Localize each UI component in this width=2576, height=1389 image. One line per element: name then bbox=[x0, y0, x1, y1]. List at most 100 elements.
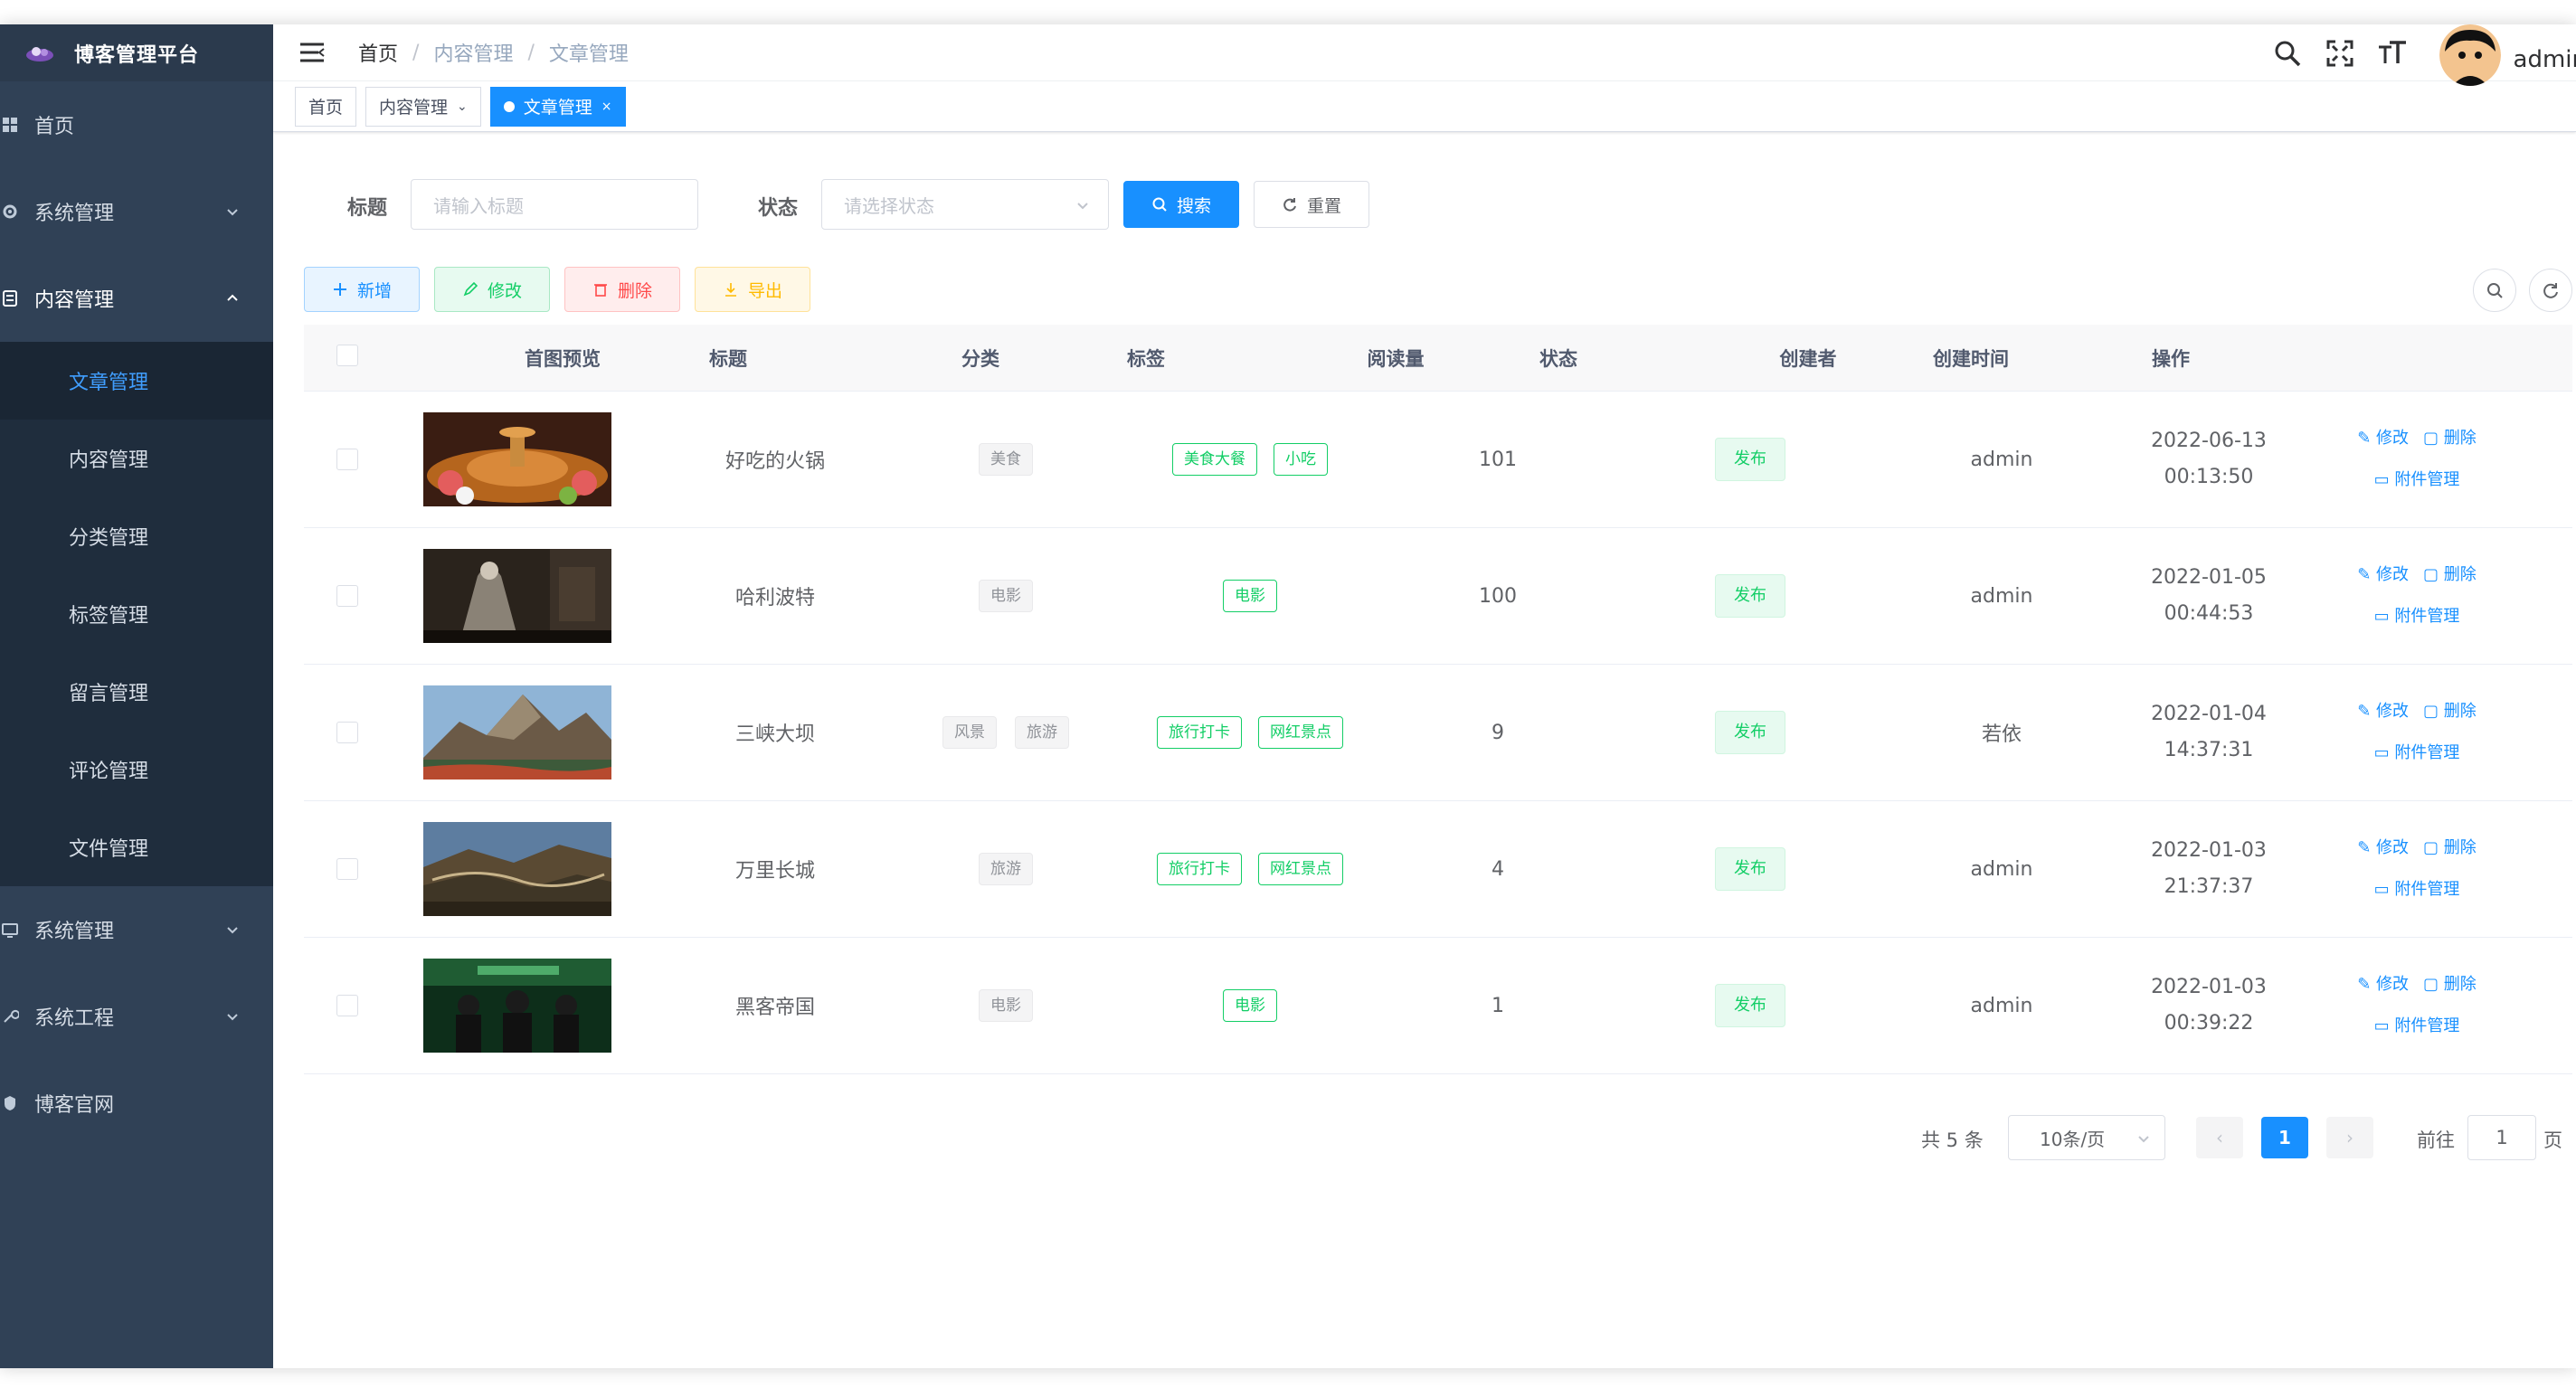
close-icon[interactable]: ⌄ bbox=[457, 99, 468, 114]
sidebar-item-label: 系统管理 bbox=[34, 203, 115, 225]
brand[interactable]: 博客管理平台 bbox=[0, 24, 273, 81]
created-date: 2022-06-13 bbox=[2151, 430, 2267, 452]
category-cell: 风景 旅游 bbox=[906, 716, 1105, 749]
delete-button[interactable]: 删除 bbox=[564, 267, 680, 312]
row-checkbox[interactable] bbox=[336, 449, 358, 470]
sidebar-item-tools[interactable]: 系统工程 bbox=[0, 973, 273, 1060]
row-delete-link[interactable]: ▢ 删除 bbox=[2423, 418, 2477, 459]
status-tag: 发布 bbox=[1715, 847, 1785, 891]
sidebar-item-category[interactable]: 分类管理 bbox=[0, 497, 273, 575]
plus-icon bbox=[333, 283, 346, 296]
created-time: 00:39:22 bbox=[2164, 1012, 2254, 1035]
sidebar-item-message[interactable]: 留言管理 bbox=[0, 653, 273, 731]
close-icon[interactable]: × bbox=[601, 99, 612, 114]
row-edit-link[interactable]: ✎ 修改 bbox=[2357, 554, 2409, 596]
chevron-down-icon bbox=[227, 209, 238, 216]
username[interactable]: admin bbox=[2514, 46, 2576, 73]
select-all-checkbox[interactable] bbox=[336, 345, 358, 366]
navbar: 首页 / 内容管理 / 文章管理 admin bbox=[273, 24, 2576, 86]
status-select[interactable]: 请选择状态 bbox=[821, 179, 1109, 230]
edit-button[interactable]: 修改 bbox=[434, 267, 550, 312]
cover-image[interactable] bbox=[423, 685, 611, 780]
next-page-button[interactable]: › bbox=[2326, 1117, 2373, 1158]
sidebar-item-home[interactable]: 首页 bbox=[0, 81, 273, 168]
row-edit-link[interactable]: ✎ 修改 bbox=[2357, 964, 2409, 1006]
hamburger-icon[interactable] bbox=[297, 39, 327, 66]
row-delete-link[interactable]: ▢ 删除 bbox=[2423, 691, 2477, 732]
title-input[interactable]: 请输入标题 bbox=[411, 179, 698, 230]
jump-input[interactable]: 1 bbox=[2467, 1115, 2536, 1160]
row-delete-link[interactable]: ▢ 删除 bbox=[2423, 827, 2477, 869]
status-tag: 发布 bbox=[1715, 574, 1785, 618]
row-checkbox[interactable] bbox=[336, 722, 358, 743]
row-checkbox[interactable] bbox=[336, 585, 358, 607]
row-edit-link[interactable]: ✎ 修改 bbox=[2357, 418, 2409, 459]
sidebar-item-file[interactable]: 文件管理 bbox=[0, 808, 273, 886]
sidebar-item-system[interactable]: 系统管理 bbox=[0, 168, 273, 255]
label-tag: 小吃 bbox=[1274, 443, 1328, 476]
page-size-select[interactable]: 10条/页 bbox=[2008, 1115, 2165, 1160]
actions-cell: ✎ 修改 ▢ 删除 ▭ 附件管理 bbox=[2314, 827, 2520, 911]
cover-image[interactable] bbox=[423, 412, 611, 506]
breadcrumb-separator: / bbox=[412, 41, 420, 64]
tool-icon bbox=[0, 1005, 22, 1028]
chevron-down-icon bbox=[227, 927, 238, 934]
page-size-value: 10条/页 bbox=[2040, 1128, 2106, 1150]
sidebar-item-content-manage[interactable]: 内容管理 bbox=[0, 420, 273, 497]
creator-cell: admin bbox=[1970, 584, 2033, 608]
header-created-time: 创建时间 bbox=[1933, 347, 2009, 370]
status-tag: 发布 bbox=[1715, 711, 1785, 754]
active-dot-icon bbox=[503, 100, 515, 112]
title-placeholder: 请输入标题 bbox=[433, 194, 524, 217]
row-attach-link[interactable]: ▭ 附件管理 bbox=[2374, 596, 2460, 638]
row-edit-link[interactable]: ✎ 修改 bbox=[2357, 691, 2409, 732]
created-date: 2022-01-04 bbox=[2151, 703, 2267, 725]
tags-view-item-article[interactable]: 文章管理 × bbox=[489, 86, 626, 127]
toggle-search-button[interactable] bbox=[2473, 269, 2516, 312]
label-tag: 旅行打卡 bbox=[1157, 716, 1242, 749]
status-cell: 发布 bbox=[1601, 984, 1899, 1027]
row-edit-label: 修改 bbox=[2376, 975, 2410, 994]
export-button-label: 导出 bbox=[747, 280, 782, 301]
export-button[interactable]: 导出 bbox=[695, 267, 810, 312]
row-checkbox[interactable] bbox=[336, 995, 358, 1016]
row-attach-link[interactable]: ▭ 附件管理 bbox=[2374, 459, 2460, 501]
label-tag: 旅行打卡 bbox=[1157, 853, 1242, 885]
sidebar-item-content[interactable]: 内容管理 bbox=[0, 255, 273, 342]
reset-button[interactable]: 重置 bbox=[1254, 181, 1369, 228]
prev-page-button[interactable]: ‹ bbox=[2196, 1117, 2243, 1158]
table-header: 首图预览 标题 分类 标签 阅读量 状态 创建者 创建时间 操作 bbox=[304, 325, 2572, 392]
tags-view-item-content[interactable]: 内容管理 ⌄ bbox=[365, 86, 481, 127]
row-delete-link[interactable]: ▢ 删除 bbox=[2423, 554, 2477, 596]
row-checkbox[interactable] bbox=[336, 858, 358, 880]
search-icon[interactable] bbox=[2269, 35, 2306, 71]
title-cell: 哈利波特 bbox=[734, 587, 815, 609]
breadcrumb-home[interactable]: 首页 bbox=[358, 38, 398, 67]
refresh-button[interactable] bbox=[2529, 269, 2572, 312]
sidebar-item-article[interactable]: 文章管理 bbox=[0, 342, 273, 420]
cover-image[interactable] bbox=[423, 549, 611, 643]
fullscreen-icon[interactable] bbox=[2322, 35, 2358, 71]
cover-image[interactable] bbox=[423, 959, 611, 1053]
row-attach-link[interactable]: ▭ 附件管理 bbox=[2374, 1006, 2460, 1047]
sidebar-item-system-2[interactable]: 系统管理 bbox=[0, 886, 273, 973]
cover-image[interactable] bbox=[423, 822, 611, 916]
row-edit-link[interactable]: ✎ 修改 bbox=[2357, 827, 2409, 869]
search-button[interactable]: 搜索 bbox=[1123, 181, 1239, 228]
row-attach-link[interactable]: ▭ 附件管理 bbox=[2374, 869, 2460, 911]
sidebar-item-website[interactable]: 博客官网 bbox=[0, 1060, 273, 1147]
row-attach-link[interactable]: ▭ 附件管理 bbox=[2374, 732, 2460, 774]
title-cell: 好吃的火锅 bbox=[724, 450, 825, 473]
sidebar-item-tag[interactable]: 标签管理 bbox=[0, 575, 273, 653]
header-actions: 操作 bbox=[2152, 347, 2190, 370]
sidebar-item-comment[interactable]: 评论管理 bbox=[0, 731, 273, 808]
add-button[interactable]: 新增 bbox=[304, 267, 420, 312]
avatar[interactable] bbox=[2439, 24, 2501, 86]
row-delete-link[interactable]: ▢ 删除 bbox=[2423, 964, 2477, 1006]
status-tag: 发布 bbox=[1715, 984, 1785, 1027]
page-number[interactable]: 1 bbox=[2261, 1117, 2308, 1158]
tags-view-item-home[interactable]: 首页 bbox=[295, 86, 357, 127]
font-size-icon[interactable] bbox=[2374, 35, 2410, 71]
main-content: 首页 / 内容管理 / 文章管理 admin bbox=[273, 24, 2576, 1368]
time-cell: 2022-01-03 00:39:22 bbox=[2104, 969, 2314, 1042]
